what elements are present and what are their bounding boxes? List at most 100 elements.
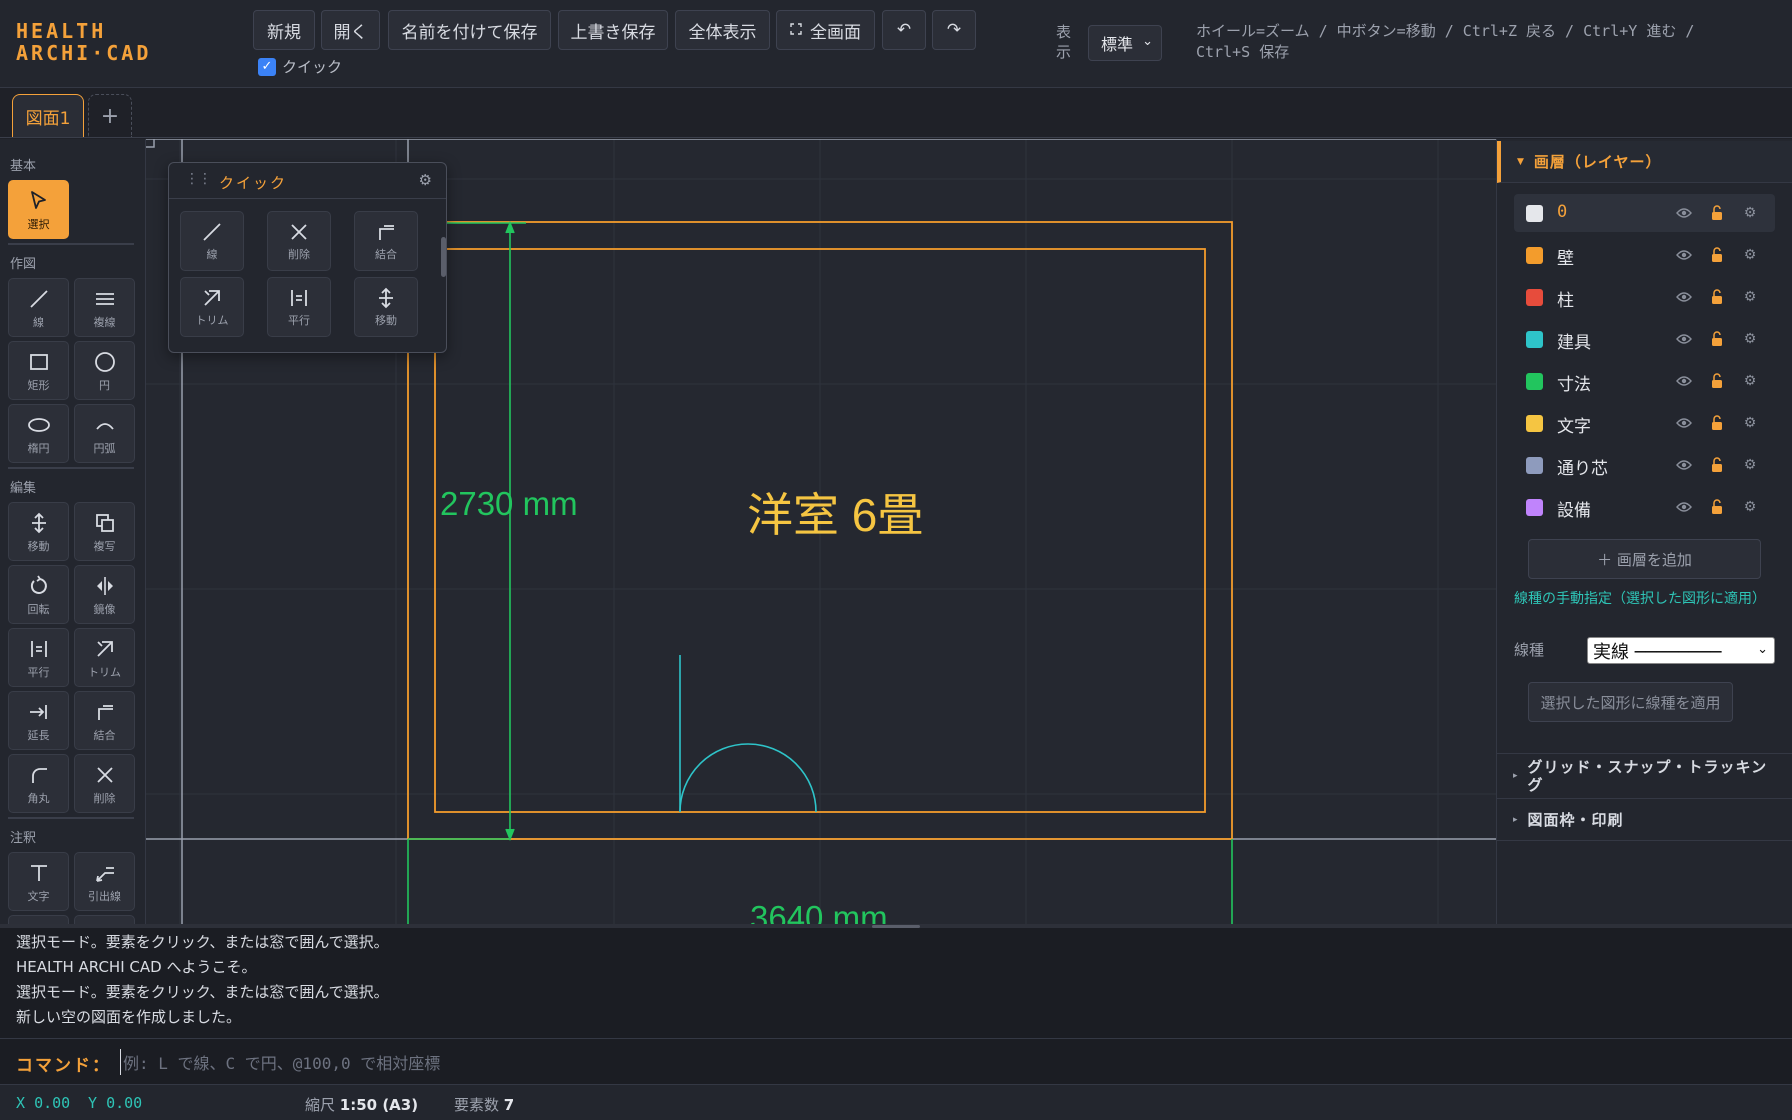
eye-icon[interactable] <box>1674 245 1694 265</box>
save-as-button[interactable]: 名前を付けて保存 <box>388 10 551 50</box>
gear-icon[interactable]: ⚙ <box>1740 329 1760 349</box>
fit-all-button[interactable]: 全体表示 <box>675 10 770 50</box>
layer-color-swatch[interactable] <box>1526 373 1543 390</box>
linetype-select[interactable]: 実線 ──────── ⌄ <box>1587 637 1775 664</box>
layer-row[interactable]: 設備 ⚙ <box>1514 488 1775 526</box>
eye-icon[interactable] <box>1674 455 1694 475</box>
eye-icon[interactable] <box>1674 497 1694 517</box>
lock-icon[interactable] <box>1707 413 1727 433</box>
tool-trim[interactable]: トリム <box>74 628 135 687</box>
redo-button[interactable]: ↷ <box>932 10 976 50</box>
eye-icon[interactable] <box>1674 203 1694 223</box>
quick-tool-trim[interactable]: トリム <box>180 277 244 337</box>
eye-icon[interactable] <box>1674 329 1694 349</box>
lock-icon[interactable] <box>1707 455 1727 475</box>
quick-toggle[interactable]: ✓ クイック <box>258 56 342 77</box>
layers-section-header[interactable]: ▼ 画層（レイヤー） <box>1497 141 1792 183</box>
layer-row[interactable]: 0 ⚙ <box>1514 194 1775 232</box>
tool-select[interactable]: 選択 <box>8 180 69 239</box>
tool-extend[interactable]: 延長 <box>8 691 69 750</box>
tool-rotate[interactable]: 回転 <box>8 565 69 624</box>
tool-join[interactable]: 結合 <box>74 691 135 750</box>
apply-linetype-button[interactable]: 選択した図形に線種を適用 <box>1528 682 1733 722</box>
tab-drawing-1[interactable]: 図面1 <box>12 94 84 137</box>
gear-icon[interactable]: ⚙ <box>1740 497 1760 517</box>
gear-icon[interactable]: ⚙ <box>1740 371 1760 391</box>
quick-tool-join[interactable]: 結合 <box>354 211 418 271</box>
lock-icon[interactable] <box>1707 371 1727 391</box>
tool-text[interactable]: 文字 <box>8 852 69 911</box>
room-label[interactable]: 洋室 6畳 <box>747 479 923 545</box>
eye-icon[interactable] <box>1674 287 1694 307</box>
add-tab-button[interactable]: + <box>88 94 132 137</box>
tool-move[interactable]: 移動 <box>8 502 69 561</box>
view-mode-select[interactable]: 標準 ⌄ <box>1088 25 1162 61</box>
eye-icon[interactable] <box>1674 413 1694 433</box>
gear-icon[interactable]: ⚙ <box>419 171 432 189</box>
tool-fillet[interactable]: 角丸 <box>8 754 69 813</box>
tool-multiline[interactable]: 複線 <box>74 278 135 337</box>
lock-icon[interactable] <box>1707 245 1727 265</box>
gear-icon[interactable]: ⚙ <box>1740 455 1760 475</box>
drag-handle-icon[interactable]: ⋮⋮ <box>185 171 212 187</box>
quick-tool-offset[interactable]: 平行 <box>267 277 331 337</box>
top-toolbar: HEALTH ARCHI·CAD 新規 開く 名前を付けて保存 上書き保存 全体… <box>0 0 1792 88</box>
quick-tool-line[interactable]: 線 <box>180 211 244 271</box>
tool-arc[interactable]: 円弧 <box>74 404 135 463</box>
layer-color-swatch[interactable] <box>1526 415 1543 432</box>
save-button[interactable]: 上書き保存 <box>558 10 668 50</box>
layer-color-swatch[interactable] <box>1526 247 1543 264</box>
tool-more-1[interactable] <box>8 915 69 924</box>
eye-icon[interactable] <box>1674 371 1694 391</box>
layer-color-swatch[interactable] <box>1526 457 1543 474</box>
lock-icon[interactable] <box>1707 287 1727 307</box>
tool-delete[interactable]: 削除 <box>74 754 135 813</box>
lock-icon[interactable] <box>1707 497 1727 517</box>
quick-tool-move[interactable]: 移動 <box>354 277 418 337</box>
tool-more-2[interactable] <box>74 915 135 924</box>
tool-circle[interactable]: 円 <box>74 341 135 400</box>
gear-icon[interactable]: ⚙ <box>1740 413 1760 433</box>
layer-color-swatch[interactable] <box>1526 499 1543 516</box>
layer-row[interactable]: 壁 ⚙ <box>1514 236 1775 274</box>
quick-tool-delete[interactable]: 削除 <box>267 211 331 271</box>
layer-color-swatch[interactable] <box>1526 205 1543 222</box>
tool-offset[interactable]: 平行 <box>8 628 69 687</box>
quick-palette-header[interactable]: ⋮⋮ クイック ⚙ <box>169 163 446 199</box>
tool-copy[interactable]: 複写 <box>74 502 135 561</box>
quick-palette[interactable]: ⋮⋮ クイック ⚙ 線 削除 結合 トリム 平行 移動 <box>168 162 447 353</box>
open-button[interactable]: 開く <box>321 10 380 50</box>
tool-leader[interactable]: 引出線 <box>74 852 135 911</box>
command-input[interactable]: 例: L で線、C で円、@100,0 で相対座標 <box>120 1049 1770 1075</box>
tool-line[interactable]: 線 <box>8 278 69 337</box>
extend-icon <box>26 699 52 725</box>
quick-toggle-label: クイック <box>282 58 343 76</box>
quick-palette-scrollbar[interactable] <box>441 237 446 277</box>
layer-row[interactable]: 柱 ⚙ <box>1514 278 1775 316</box>
count-label: 要素数 <box>454 1096 500 1114</box>
undo-button[interactable]: ↶ <box>882 10 926 50</box>
lock-icon[interactable] <box>1707 329 1727 349</box>
grid-snap-section-header[interactable]: ▸ グリッド・スナップ・トラッキング <box>1497 753 1792 799</box>
lock-icon[interactable] <box>1707 203 1727 223</box>
door-swing <box>679 655 817 813</box>
tool-ellipse[interactable]: 楕円 <box>8 404 69 463</box>
layer-color-swatch[interactable] <box>1526 331 1543 348</box>
new-button[interactable]: 新規 <box>253 10 315 50</box>
grid-snap-section-title: グリッド・スナップ・トラッキング <box>1527 758 1768 794</box>
add-layer-button[interactable]: ＋ 画層を追加 <box>1528 539 1761 579</box>
frame-print-section-header[interactable]: ▸ 図面枠・印刷 <box>1497 799 1792 841</box>
layer-row[interactable]: 建具 ⚙ <box>1514 320 1775 358</box>
layer-row[interactable]: 文字 ⚙ <box>1514 404 1775 442</box>
layer-row[interactable]: 通り芯 ⚙ <box>1514 446 1775 484</box>
layer-row[interactable]: 寸法 ⚙ <box>1514 362 1775 400</box>
fullscreen-button[interactable]: 全画面 <box>776 10 875 50</box>
tool-mirror[interactable]: 鏡像 <box>74 565 135 624</box>
gear-icon[interactable]: ⚙ <box>1740 245 1760 265</box>
tool-rect[interactable]: 矩形 <box>8 341 69 400</box>
gear-icon[interactable]: ⚙ <box>1740 203 1760 223</box>
checkbox-checked-icon[interactable]: ✓ <box>258 57 276 76</box>
layer-color-swatch[interactable] <box>1526 289 1543 306</box>
gear-icon[interactable]: ⚙ <box>1740 287 1760 307</box>
log-line: HEALTH ARCHI CAD へようこそ。 <box>16 958 257 976</box>
